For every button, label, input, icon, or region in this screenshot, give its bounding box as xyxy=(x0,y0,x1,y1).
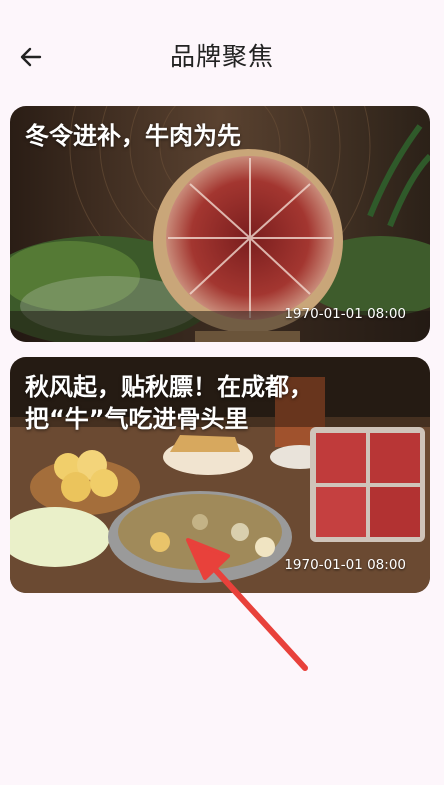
article-card-1[interactable]: 冬令进补，牛肉为先 1970-01-01 08:00 xyxy=(10,106,430,342)
article-title: 冬令进补，牛肉为先 xyxy=(25,122,241,150)
article-title: 秋风起，贴秋膘！在成都， 把“牛”气吃进骨头里 xyxy=(25,373,313,433)
page-title: 品牌聚焦 xyxy=(169,42,274,71)
top-bar: 品牌聚焦 xyxy=(0,0,444,110)
article-time: 1970-01-01 08:00 xyxy=(284,306,406,322)
article-card-2[interactable]: 秋风起，贴秋膘！在成都， 把“牛”气吃进骨头里 1970-01-01 08:00 xyxy=(10,357,430,593)
article-time: 1970-01-01 08:00 xyxy=(284,557,406,573)
